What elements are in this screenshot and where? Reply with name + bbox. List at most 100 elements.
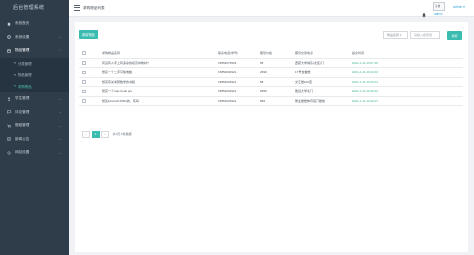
cell-place: 西苑大学城东(北区)门: [292, 58, 349, 68]
column-header: 联系电话(学号): [215, 48, 257, 59]
pagination-info: 共1页,5条数据: [112, 132, 132, 136]
cell-place: 致远大学北门: [292, 86, 349, 97]
sidebar-item-goods[interactable]: 物品管理 ⌃: [0, 44, 69, 58]
gear-icon: [6, 35, 12, 39]
chevron-up-icon: ⌃: [58, 48, 62, 53]
row-checkbox[interactable]: [79, 77, 99, 87]
sidebar-subitem-goods[interactable]: ≡ 物品管理: [0, 69, 69, 81]
sidebar-item-students[interactable]: 学生管理 ⌄: [0, 92, 69, 106]
sidebar-subitem-label: 求购物品: [17, 84, 32, 89]
search-button[interactable]: 搜索: [447, 31, 462, 40]
cell-time: 2021-4-11 23:25:14: [349, 77, 463, 87]
sidebar-subitem-label: 分类管理: [17, 61, 32, 66]
home-icon: [6, 22, 12, 26]
cell-item-name: 想买一个mac book pro: [99, 86, 215, 97]
cell-phone: 15854632921: [215, 77, 257, 87]
sidebar-item-news[interactable]: 新闻公告 ⌄: [0, 133, 69, 147]
comment-icon: [6, 110, 12, 115]
chevron-down-icon: ⌄: [58, 137, 62, 142]
page-number-button[interactable]: 1: [91, 130, 100, 138]
row-checkbox[interactable]: [79, 86, 99, 97]
sidebar-item-rentals[interactable]: 借租管理 ⌄: [0, 119, 69, 133]
column-header: 提交时间: [349, 48, 463, 59]
cell-phone: 15854073523: [215, 58, 257, 68]
next-page-button[interactable]: ›: [101, 130, 109, 138]
sidebar-item-label: 物品管理: [15, 48, 30, 53]
row-checkbox[interactable]: [79, 96, 99, 106]
table-row: 有没有人手上有多余的初高中教材? 15854073523 55 西苑大学城东(北…: [79, 58, 463, 68]
sidebar-item-label: 学生管理: [15, 96, 30, 101]
page-title: 求购物品列表: [83, 6, 105, 10]
chevron-down-icon: ⌄: [58, 96, 62, 101]
box-icon: [6, 49, 12, 53]
brand-title: 后台管理系统: [13, 5, 45, 11]
cell-time: 2021-4-11 23:29:22: [349, 86, 463, 97]
cell-time: 2021-4-11 23:24:40: [349, 67, 463, 78]
cell-place: 17号食堂楼: [292, 67, 349, 78]
search-input[interactable]: [410, 31, 440, 39]
sidebar-item-comments[interactable]: 评论管理 ⌄: [0, 106, 69, 120]
bell-icon[interactable]: [421, 5, 427, 18]
chevron-down-icon: ⌄: [58, 123, 62, 128]
column-header: 期望交易地点: [292, 48, 349, 59]
cell-place: 文汇楼102室: [292, 77, 349, 87]
content-card: 新增物品 物品名称 ▾ 搜索 求购物品名称 联系电话(学号) 期望价格 期望交易…: [75, 22, 468, 252]
cell-place: 樊业楼楼体育馆门楼前: [292, 96, 349, 106]
table-row: 想买iphone8 256G的，有吗 15854632921 899 樊业楼楼体…: [79, 96, 463, 106]
sidebar-nav: 系统首页 系统设置 ⌄ 物品管理 ⌃: [0, 17, 69, 58]
add-item-button[interactable]: 新增物品: [79, 30, 98, 39]
sidebar-subitem-wanted[interactable]: ≡ 求购物品: [0, 81, 69, 93]
sidebar-item-label: 新闻公告: [15, 136, 30, 141]
bullet-icon: ≡: [14, 61, 16, 66]
sidebar-item-system-settings[interactable]: 系统设置 ⌄: [0, 31, 69, 45]
avatar[interactable]: 头像: [433, 2, 445, 11]
cell-phone: 15854632921: [215, 96, 257, 106]
sidebar-item-home[interactable]: 系统首页: [0, 17, 69, 31]
search-field-select[interactable]: 物品名称 ▾: [383, 31, 408, 39]
user-dropdown[interactable]: admin ▾: [453, 5, 465, 9]
app-root: 后台管理系统 系统首页 系统设置 ⌄ 物品管理 ⌃ ≡ 分类管理 ≡ 物品管理 …: [0, 0, 474, 255]
sidebar: 后台管理系统 系统首页 系统设置 ⌄ 物品管理 ⌃ ≡ 分类管理 ≡ 物品管理 …: [0, 0, 69, 255]
cell-item-name: 想买iphone8 256G的，有吗: [99, 96, 215, 106]
table-row: 想买有关考研数学的书籍 15854632921 58 文汇楼102室 2021-…: [79, 77, 463, 87]
pagination: ‹ 1 › 共1页,5条数据: [82, 130, 132, 138]
row-checkbox[interactable]: [79, 58, 99, 68]
sidebar-submenu-goods: ≡ 分类管理 ≡ 物品管理 ≡ 求购物品: [0, 57, 69, 93]
bullet-icon: ≡: [14, 84, 16, 89]
sidebar-item-label: 系统首页: [15, 21, 30, 26]
table-header-row: 求购物品名称 联系电话(学号) 期望价格 期望交易地点 提交时间: [79, 48, 463, 59]
chevron-down-icon: ⌄: [58, 110, 62, 115]
bullet-icon: ≡: [14, 72, 16, 77]
menu-toggle-icon[interactable]: [74, 5, 80, 11]
sidebar-item-label: 评论管理: [15, 109, 30, 114]
sidebar-subitem-categories[interactable]: ≡ 分类管理: [0, 58, 69, 70]
cell-price: 55: [257, 58, 292, 68]
table-row: 想买一个mac book pro 15854632921 5999 致远大学北门…: [79, 86, 463, 97]
chevron-down-icon: ⌄: [58, 150, 62, 155]
table-row: 想买一个二手平板电脑 15854632921 2699 17号食堂楼 2021-…: [79, 67, 463, 78]
cell-time: 2021-4-11 23:30:07: [349, 96, 463, 106]
cell-item-name: 想买一个二手平板电脑: [99, 67, 215, 78]
row-checkbox[interactable]: [79, 67, 99, 78]
cart-icon: [6, 124, 12, 128]
settings-icon: [6, 151, 12, 155]
sidebar-item-site-settings[interactable]: 网站设置 ⌄: [0, 146, 69, 160]
select-all-checkbox[interactable]: [79, 48, 99, 59]
cell-time: 2021-4-11 23:07:18: [349, 58, 463, 68]
user-icon: [6, 97, 12, 101]
cell-price: 5999: [257, 86, 292, 97]
cell-price: 899: [257, 96, 292, 106]
sidebar-nav-lower: 学生管理 ⌄ 评论管理 ⌄ 借租管理 ⌄ 新闻公告 ⌄ 网站设置 ⌄: [0, 92, 69, 160]
prev-page-button[interactable]: ‹: [82, 130, 90, 138]
column-header: 求购物品名称: [99, 48, 215, 59]
wanted-items-table: 求购物品名称 联系电话(学号) 期望价格 期望交易地点 提交时间 有没有人手上有…: [79, 48, 463, 106]
sidebar-subitem-label: 物品管理: [17, 73, 32, 78]
sidebar-item-label: 借租管理: [15, 123, 30, 128]
cell-price: 58: [257, 77, 292, 87]
column-header: 期望价格: [257, 48, 292, 59]
sidebar-item-label: 网站设置: [15, 150, 30, 155]
chevron-down-icon: ⌄: [58, 35, 62, 40]
news-icon: [6, 137, 12, 141]
avatar-username[interactable]: admin: [434, 12, 443, 16]
cell-item-name: 想买有关考研数学的书籍: [99, 77, 215, 87]
